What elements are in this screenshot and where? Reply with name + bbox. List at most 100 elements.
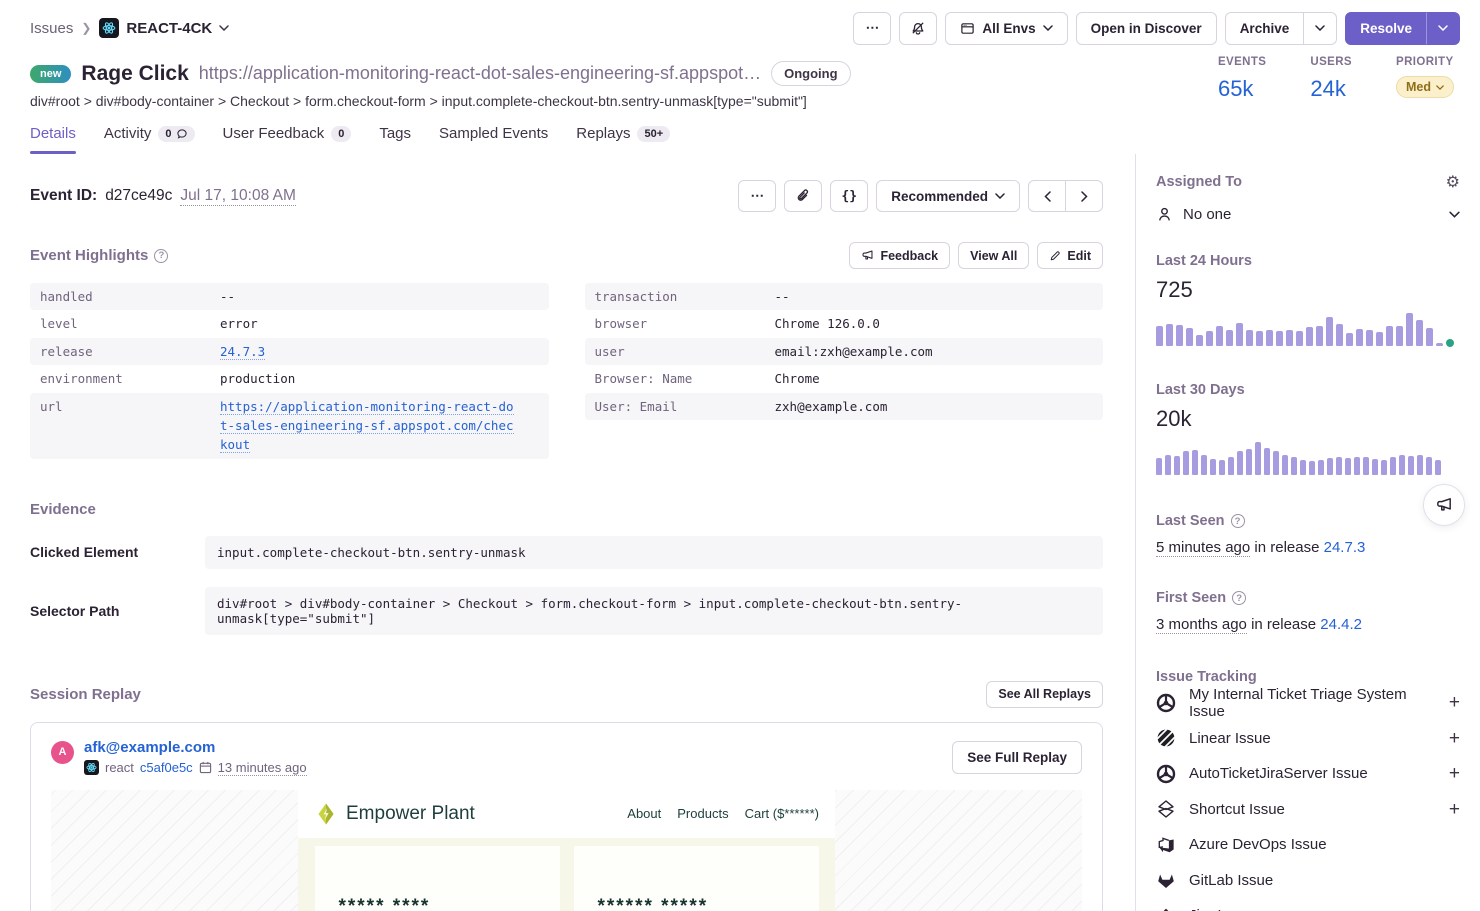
add-issue-link-button[interactable]: + bbox=[1449, 800, 1460, 819]
issue-tracking-item[interactable]: My Internal Ticket Triage System Issue + bbox=[1156, 685, 1460, 721]
resolve-dropdown-button[interactable] bbox=[1426, 12, 1460, 45]
help-icon[interactable]: ? bbox=[1232, 591, 1246, 605]
shortcut-icon bbox=[1156, 799, 1176, 819]
edit-highlights-button[interactable]: Edit bbox=[1037, 242, 1103, 269]
issue-stats: EVENTS 65k USERS 24k PRIORITY Med bbox=[1218, 56, 1454, 102]
first-seen-release-link[interactable]: 24.4.2 bbox=[1320, 616, 1362, 633]
tab-sampled-events[interactable]: Sampled Events bbox=[439, 125, 548, 154]
url-link[interactable]: https://application-monitoring-react-dot… bbox=[220, 399, 514, 454]
issue-tracking-item[interactable]: Azure DevOps Issue bbox=[1156, 827, 1460, 863]
linear-icon bbox=[1156, 728, 1176, 748]
highlight-row: release24.7.3 bbox=[30, 338, 549, 365]
empower-plant-brand: Empower Plant bbox=[314, 802, 475, 826]
view-all-button[interactable]: View All bbox=[958, 242, 1029, 269]
highlight-row: urlhttps://application-monitoring-react-… bbox=[30, 393, 549, 459]
priority-dropdown[interactable]: Med bbox=[1396, 76, 1454, 98]
tab-activity[interactable]: Activity 0 bbox=[104, 125, 195, 154]
users-count-link[interactable]: 24k bbox=[1310, 76, 1352, 102]
ticket-system-icon bbox=[1156, 693, 1176, 713]
replay-time-ago[interactable]: 13 minutes ago bbox=[218, 760, 307, 776]
issue-tracking-item[interactable]: Shortcut Issue + bbox=[1156, 792, 1460, 828]
tab-details[interactable]: Details bbox=[30, 125, 76, 154]
issue-header: Issues ❯ REACT-4CK ⋯ All Envs bbox=[0, 0, 1480, 154]
first-seen-ago[interactable]: 3 months ago bbox=[1156, 616, 1247, 634]
react-platform-icon bbox=[84, 760, 99, 775]
tab-user-feedback[interactable]: User Feedback0 bbox=[223, 125, 352, 154]
selector-path-label: Selector Path bbox=[30, 603, 205, 619]
archive-button[interactable]: Archive bbox=[1225, 12, 1305, 45]
archive-dropdown-button[interactable] bbox=[1303, 12, 1337, 45]
feedback-floating-button[interactable] bbox=[1423, 484, 1465, 526]
empower-plant-nav: About Products Cart ($******) bbox=[627, 806, 819, 821]
last-seen-ago[interactable]: 5 minutes ago bbox=[1156, 539, 1250, 557]
jira-icon bbox=[1156, 906, 1176, 911]
next-event-button[interactable] bbox=[1065, 180, 1103, 212]
add-issue-link-button[interactable]: + bbox=[1449, 729, 1460, 748]
substatus-badge: Ongoing bbox=[771, 61, 850, 86]
project-selector[interactable]: REACT-4CK bbox=[99, 18, 229, 38]
last-seen-heading: Last Seen? bbox=[1156, 513, 1460, 529]
event-timestamp[interactable]: Jul 17, 10:08 AM bbox=[180, 187, 295, 206]
latest-point-dot bbox=[1446, 339, 1454, 347]
previous-event-button[interactable] bbox=[1028, 180, 1066, 212]
resolve-button[interactable]: Resolve bbox=[1345, 12, 1427, 45]
events-stat: EVENTS 65k bbox=[1218, 56, 1266, 102]
breadcrumb-issues-link[interactable]: Issues bbox=[30, 20, 73, 37]
events-count-link[interactable]: 65k bbox=[1218, 76, 1266, 102]
see-full-replay-button[interactable]: See Full Replay bbox=[952, 741, 1082, 774]
help-icon[interactable]: ? bbox=[1231, 514, 1245, 528]
last-24-hours-count: 725 bbox=[1156, 277, 1460, 303]
replayed-app-viewport: Empower Plant About Products Cart ($****… bbox=[298, 790, 835, 911]
help-icon[interactable]: ? bbox=[154, 249, 168, 263]
react-project-icon bbox=[99, 18, 119, 38]
issue-url: https://application-monitoring-react-dot… bbox=[199, 63, 761, 84]
last-seen-release-link[interactable]: 24.7.3 bbox=[1324, 539, 1366, 556]
last-24-hours-bar-chart bbox=[1156, 313, 1443, 346]
json-button[interactable]: {} bbox=[830, 180, 868, 212]
issue-tracking-heading: Issue Tracking bbox=[1156, 669, 1460, 685]
gear-icon[interactable]: ⚙ bbox=[1446, 174, 1460, 190]
nav-cart: Cart ($******) bbox=[745, 806, 819, 821]
highlight-row: useremail:zxh@example.com bbox=[585, 338, 1104, 365]
chevron-down-icon bbox=[1449, 211, 1460, 218]
release-link[interactable]: 24.7.3 bbox=[220, 344, 265, 360]
highlight-row: handled-- bbox=[30, 283, 549, 310]
nav-products: Products bbox=[677, 806, 728, 821]
issue-tracking-item[interactable]: Jira Issue bbox=[1156, 898, 1460, 911]
event-more-options-button[interactable]: ⋯ bbox=[738, 180, 776, 212]
nav-about: About bbox=[627, 806, 661, 821]
event-selector-dropdown[interactable]: Recommended bbox=[876, 180, 1020, 212]
product-card: ****** ***** **** ****** ***** *** *****… bbox=[574, 846, 819, 911]
assignee-dropdown[interactable]: No one bbox=[1156, 206, 1460, 223]
see-all-replays-button[interactable]: See All Replays bbox=[986, 681, 1103, 708]
pencil-icon bbox=[1049, 250, 1061, 262]
copy-link-button[interactable] bbox=[784, 180, 822, 212]
environment-selector[interactable]: All Envs bbox=[945, 12, 1067, 45]
more-options-button[interactable]: ⋯ bbox=[853, 12, 891, 45]
open-in-discover-button[interactable]: Open in Discover bbox=[1076, 12, 1217, 45]
assignee-value: No one bbox=[1183, 206, 1231, 223]
chevron-right-icon bbox=[1081, 191, 1088, 202]
tab-replays[interactable]: Replays50+ bbox=[576, 125, 670, 154]
chevron-down-icon bbox=[1438, 25, 1448, 31]
add-issue-link-button[interactable]: + bbox=[1449, 693, 1460, 712]
highlight-row: browserChrome 126.0.0 bbox=[585, 310, 1104, 337]
replay-preview[interactable]: Empower Plant About Products Cart ($****… bbox=[51, 790, 1082, 911]
megaphone-icon bbox=[861, 249, 874, 262]
mute-alerts-button[interactable] bbox=[899, 12, 937, 45]
event-highlights-heading: Event Highlights ? bbox=[30, 247, 168, 264]
issue-tracking-item[interactable]: AutoTicketJiraServer Issue + bbox=[1156, 756, 1460, 792]
megaphone-icon bbox=[1435, 496, 1453, 514]
comment-bubble-icon bbox=[176, 128, 188, 140]
replay-user-link[interactable]: afk@example.com bbox=[84, 739, 307, 756]
chevron-down-icon bbox=[995, 193, 1005, 199]
tab-tags[interactable]: Tags bbox=[379, 125, 411, 154]
clicked-element-label: Clicked Element bbox=[30, 544, 205, 560]
highlight-row: transaction-- bbox=[585, 283, 1104, 310]
issue-tracking-item[interactable]: Linear Issue + bbox=[1156, 721, 1460, 757]
add-issue-link-button[interactable]: + bbox=[1449, 764, 1460, 783]
chevron-left-icon bbox=[1044, 191, 1051, 202]
replay-id-link[interactable]: c5af0e5c bbox=[140, 760, 193, 775]
feedback-button[interactable]: Feedback bbox=[849, 242, 950, 269]
issue-tracking-item[interactable]: GitLab Issue bbox=[1156, 863, 1460, 899]
